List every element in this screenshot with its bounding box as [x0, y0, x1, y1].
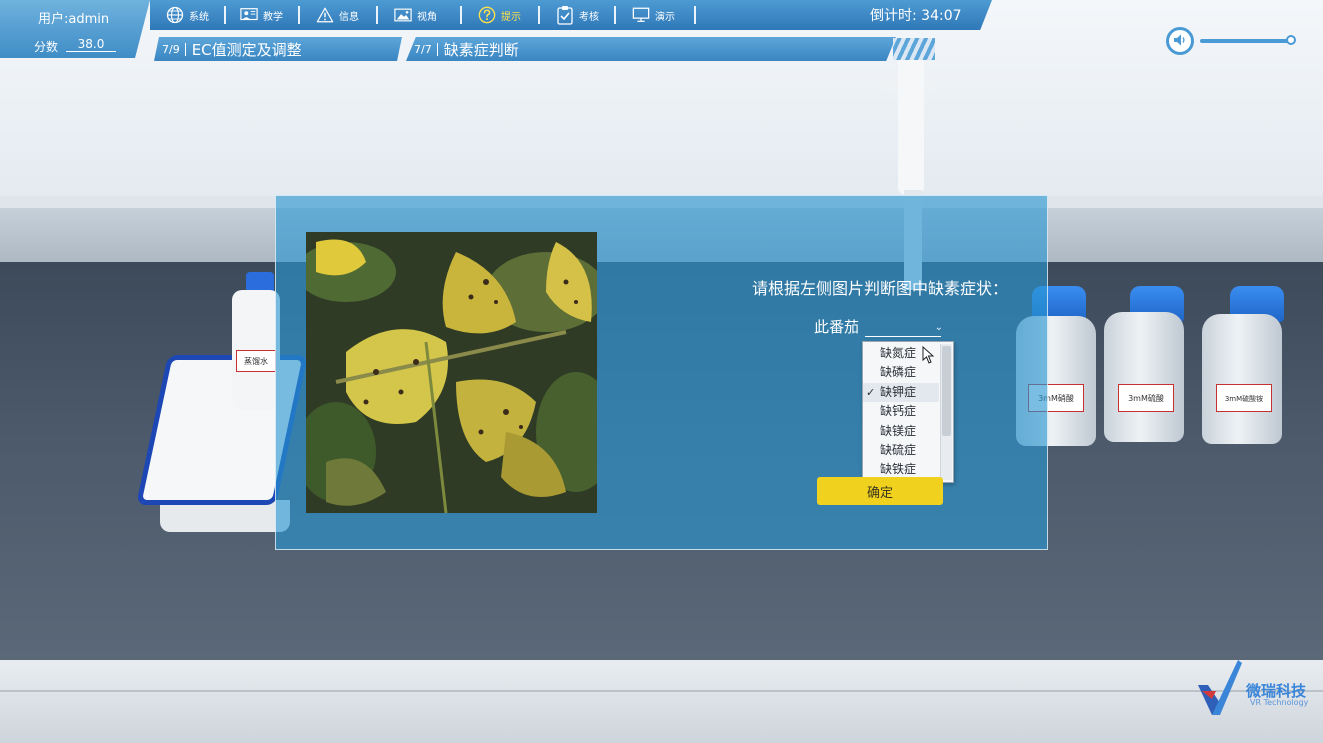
wash-bottle[interactable]: 蒸馏水	[232, 290, 280, 410]
warning-icon	[316, 6, 334, 24]
tomato-leaf-image	[306, 232, 597, 513]
menu-info[interactable]: 信息	[316, 4, 359, 26]
menu-divider	[224, 6, 226, 24]
back-wall	[0, 0, 1323, 205]
menu-divider	[376, 6, 378, 24]
menu-view[interactable]: 视角	[394, 4, 437, 26]
step-label: EC值测定及调整	[191, 40, 302, 59]
bench-front	[0, 660, 1323, 743]
user-name: 用户:admin	[38, 12, 110, 27]
confirm-button[interactable]: 确定	[817, 477, 943, 505]
teaching-icon	[240, 6, 258, 24]
wash-bottle-label: 蒸馏水	[236, 350, 276, 372]
score-label: 分数	[34, 40, 59, 54]
deficiency-dropdown[interactable]: 缺氮症 缺磷症 ✓ 缺钾症 缺钙症 缺镁症 缺硫症 缺铁症	[862, 341, 954, 483]
menu-divider	[538, 6, 540, 24]
globe-icon	[166, 6, 184, 24]
menu-teaching[interactable]: 教学	[240, 4, 283, 26]
menu-view-label: 视角	[417, 11, 437, 23]
chevron-down-icon: ⌄	[934, 322, 944, 333]
volume-slider-handle[interactable]	[1286, 35, 1296, 45]
menu-system[interactable]: 系统	[166, 4, 209, 26]
menu-exam[interactable]: 考核	[556, 4, 599, 26]
volume-slider[interactable]	[1200, 39, 1292, 43]
menu-hint-label: 提示	[501, 11, 521, 23]
menu-divider	[694, 6, 696, 24]
menu-system-label: 系统	[189, 11, 209, 23]
menu-demo-label: 演示	[655, 11, 675, 23]
question-icon	[478, 6, 496, 24]
dropdown-scrollbar[interactable]	[940, 344, 952, 480]
answer-select[interactable]: ⌄	[865, 321, 944, 337]
drawer-line	[0, 690, 1323, 692]
deficiency-dialog: 请根据左侧图片判断图中缺素症状： 此番茄 ⌄ 缺氮症 缺磷症 ✓ 缺钾症 缺钙症 …	[275, 195, 1048, 550]
step-tab-ec[interactable]: 7/9 EC值测定及调整	[154, 37, 402, 61]
question-text: 请根据左侧图片判断图中缺素症状：	[752, 279, 1009, 298]
menu-hint[interactable]: 提示	[478, 4, 521, 26]
reagent-label: 3mM硫酸	[1118, 384, 1174, 412]
reagent-bottle[interactable]: 3mM硫酸	[1104, 312, 1184, 442]
clipboard-icon	[556, 6, 574, 25]
step-tab-decoration	[893, 38, 935, 60]
step-number: 7/9	[162, 42, 186, 56]
step-label: 缺素症判断	[443, 40, 519, 59]
option-potassium[interactable]: ✓ 缺钾症	[863, 382, 939, 403]
image-icon	[394, 6, 412, 24]
ec-probe	[898, 55, 924, 195]
score-value: 38.0	[66, 37, 116, 52]
option-magnesium[interactable]: 缺镁症	[863, 422, 939, 441]
option-calcium[interactable]: 缺钙症	[863, 402, 939, 421]
menu-divider	[460, 6, 462, 24]
step-tab-deficiency[interactable]: 7/7 缺素症判断	[406, 37, 896, 61]
scrollbar-thumb[interactable]	[942, 346, 951, 436]
option-sulfur[interactable]: 缺硫症	[863, 441, 939, 460]
monitor-icon	[632, 6, 650, 24]
reagent-label: 3mM硫酸铵	[1216, 384, 1272, 412]
menu-divider	[614, 6, 616, 24]
menu-teaching-label: 教学	[263, 11, 283, 23]
speaker-icon	[1173, 32, 1187, 51]
menu-exam-label: 考核	[579, 11, 599, 23]
logo-subtitle: VR Technology	[1250, 698, 1309, 707]
step-number: 7/7	[414, 42, 438, 56]
countdown-timer: 倒计时: 34:07	[870, 8, 962, 24]
mouse-cursor-icon	[922, 345, 935, 368]
menu-info-label: 信息	[339, 11, 359, 23]
check-icon: ✓	[866, 385, 876, 399]
reagent-bottle[interactable]: 3mM硫酸铵	[1202, 314, 1282, 444]
volume-button[interactable]	[1166, 27, 1194, 55]
answer-prefix: 此番茄	[814, 318, 860, 336]
answer-row: 此番茄 ⌄	[814, 316, 944, 337]
menu-demo[interactable]: 演示	[632, 4, 675, 26]
menu-divider	[298, 6, 300, 24]
